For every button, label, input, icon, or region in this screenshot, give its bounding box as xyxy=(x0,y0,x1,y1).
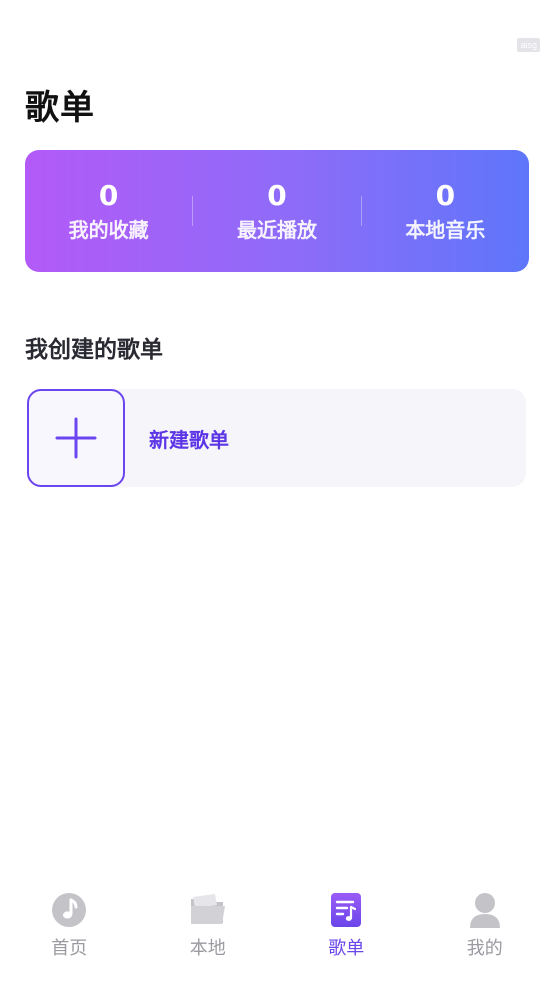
music-note-icon xyxy=(49,890,89,930)
stat-local-music[interactable]: 0 本地音乐 xyxy=(362,178,529,243)
stat-value: 0 xyxy=(435,178,456,212)
stat-label: 本地音乐 xyxy=(405,217,486,242)
tab-label: 歌单 xyxy=(328,938,365,959)
bottom-tab-bar: 首页 本地 歌单 我的 xyxy=(0,884,554,964)
tab-playlists[interactable]: 歌单 xyxy=(277,884,416,964)
watermark-badge: aisg xyxy=(517,38,540,52)
playlist-icon xyxy=(326,890,366,930)
stat-value: 0 xyxy=(98,178,119,212)
new-playlist-button[interactable]: 新建歌单 xyxy=(27,389,526,487)
stat-label: 最近播放 xyxy=(236,217,317,242)
tab-local[interactable]: 本地 xyxy=(139,884,278,964)
plus-icon xyxy=(55,417,97,459)
stat-label: 我的收藏 xyxy=(68,217,149,242)
add-playlist-box[interactable] xyxy=(27,389,125,487)
tab-home[interactable]: 首页 xyxy=(0,884,139,964)
tab-label: 本地 xyxy=(189,938,226,959)
tab-label: 我的 xyxy=(466,938,503,959)
tab-profile[interactable]: 我的 xyxy=(416,884,554,964)
folder-icon xyxy=(188,890,228,930)
new-playlist-label: 新建歌单 xyxy=(149,427,229,452)
stat-value: 0 xyxy=(267,178,287,212)
stats-card: 0 我的收藏 0 最近播放 0 本地音乐 xyxy=(25,150,529,272)
section-title: 我创建的歌单 xyxy=(25,337,163,363)
tab-label: 首页 xyxy=(51,938,88,959)
page-title: 歌单 xyxy=(25,88,95,128)
stat-recent[interactable]: 0 最近播放 xyxy=(193,178,360,243)
user-icon xyxy=(465,890,505,930)
stat-favorites[interactable]: 0 我的收藏 xyxy=(25,178,192,243)
